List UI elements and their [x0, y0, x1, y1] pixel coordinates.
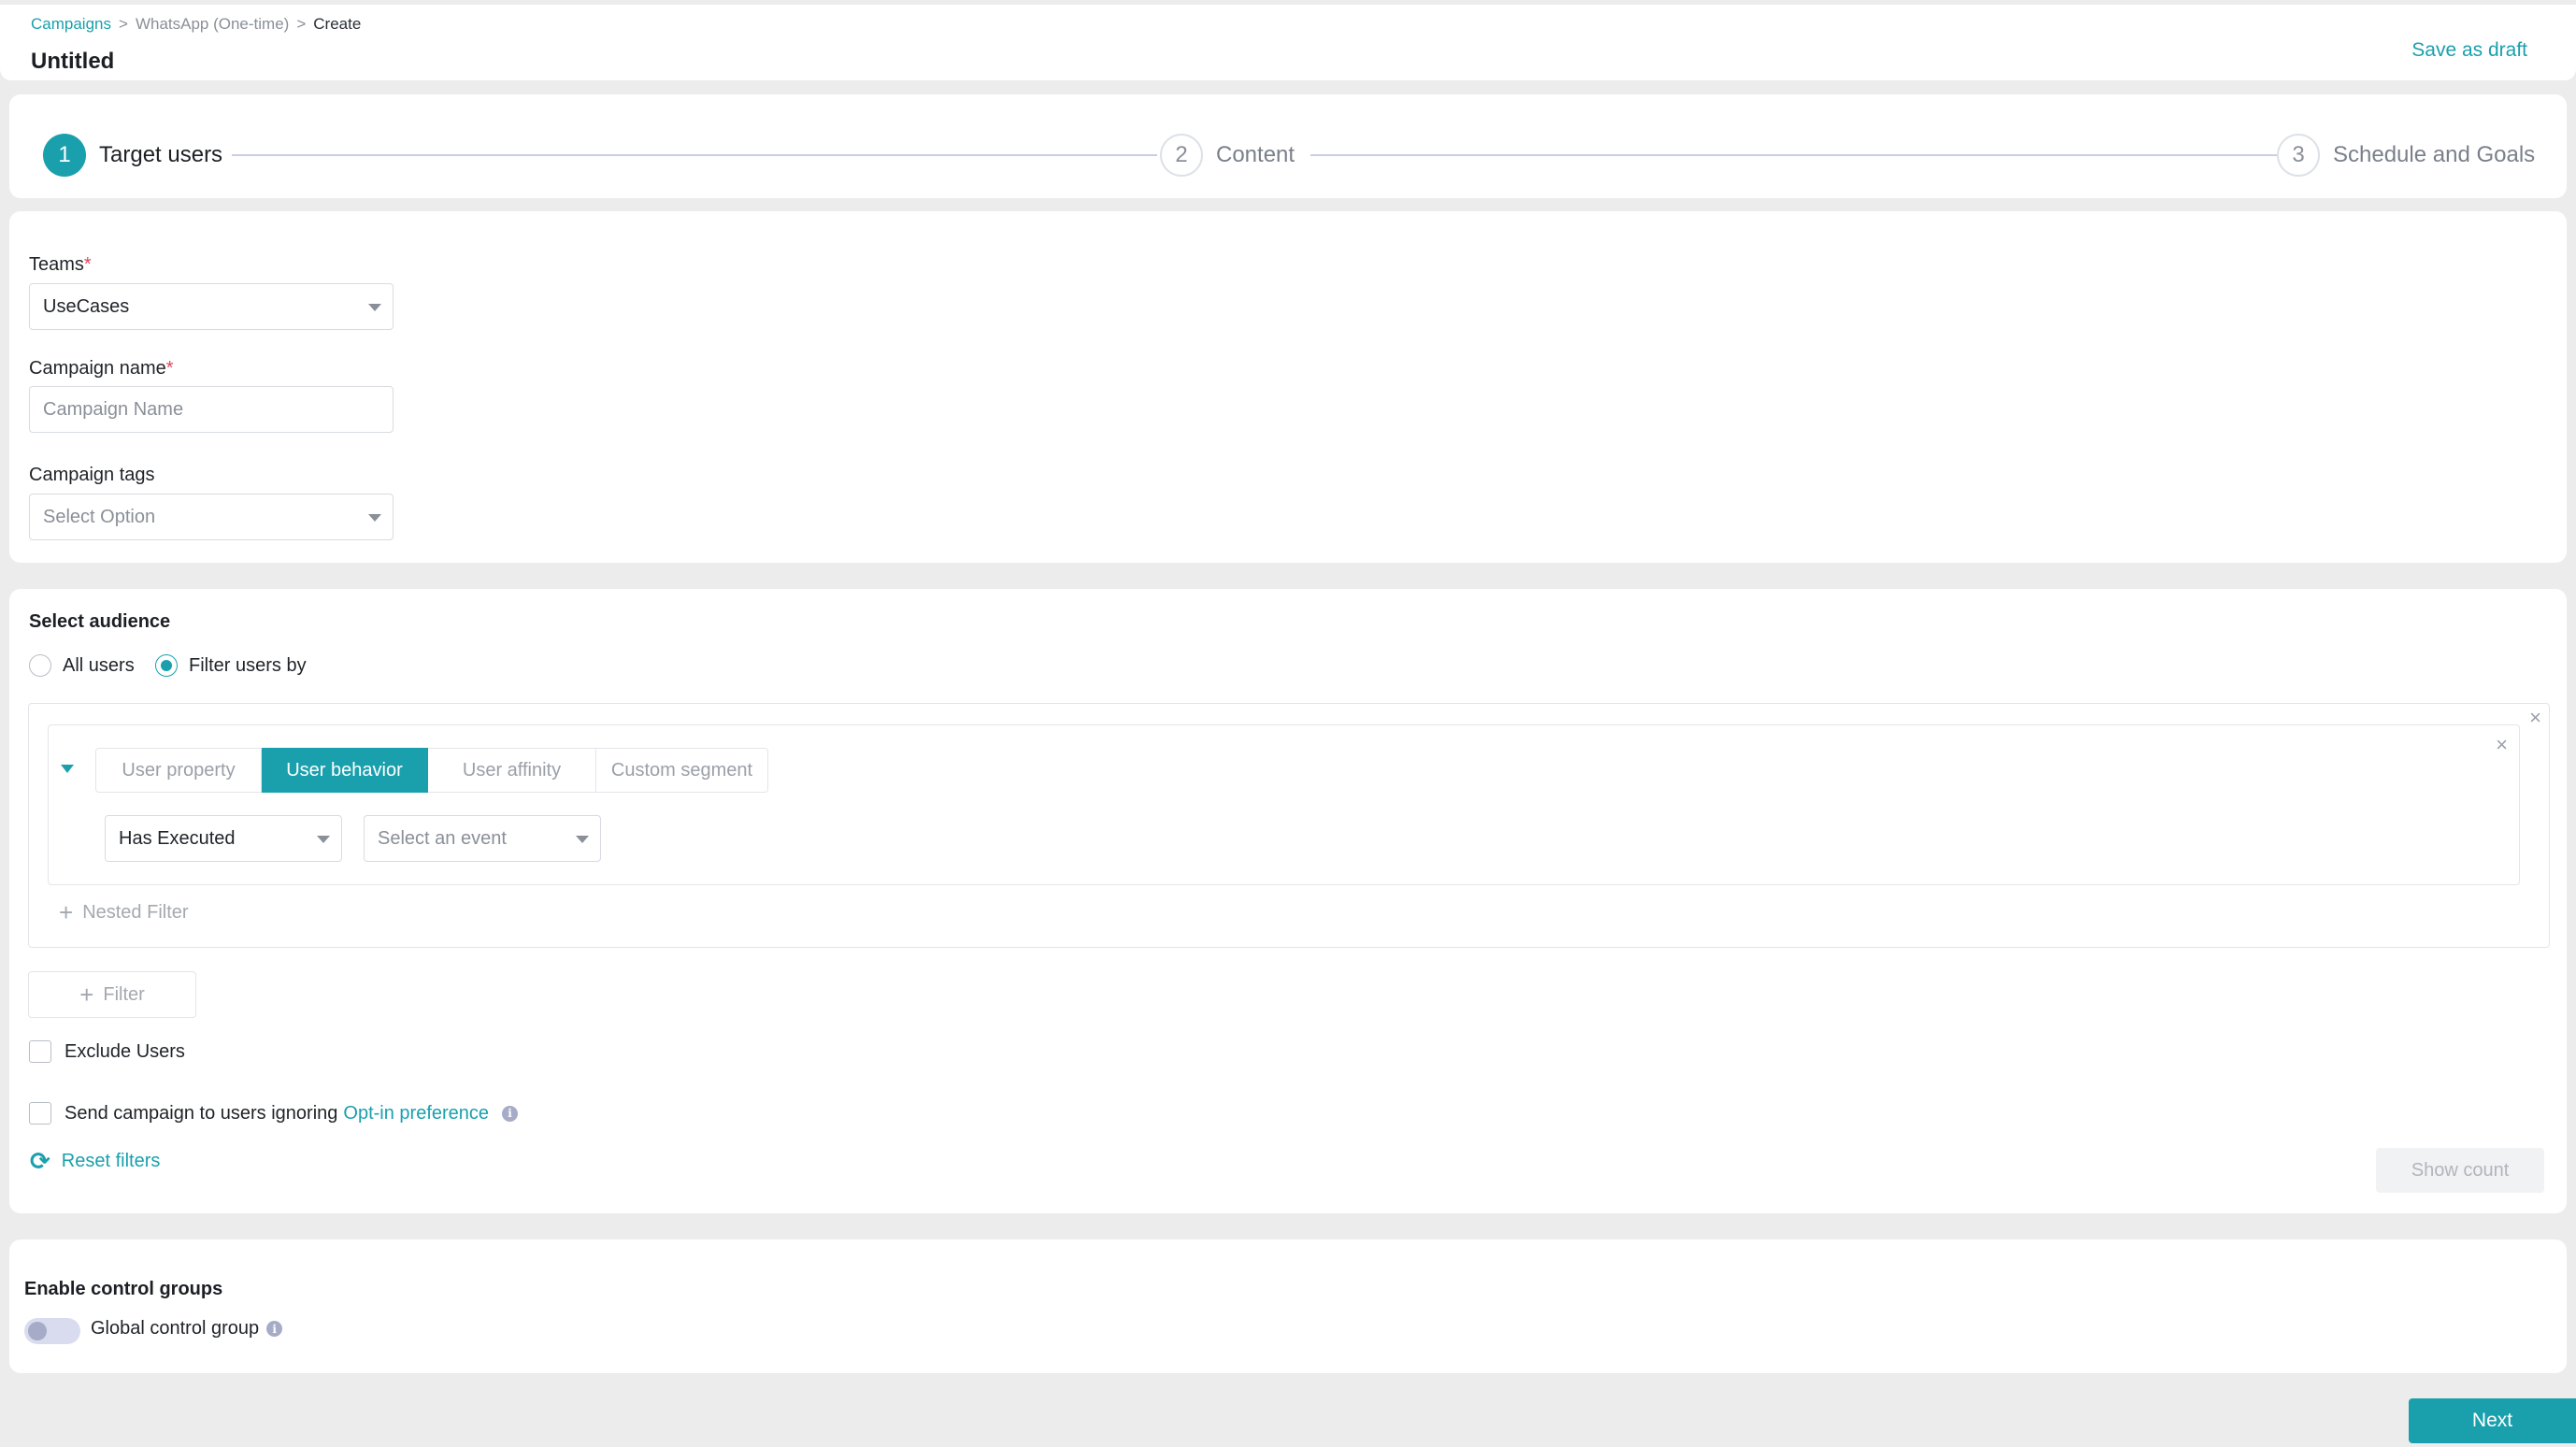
chevron-down-icon [368, 514, 381, 522]
reset-filters-button[interactable]: ⟳ Reset filters [30, 1149, 160, 1173]
add-filter-button[interactable]: + Filter [28, 971, 196, 1018]
select-audience-card: Select audience All users Filter users b… [9, 589, 2567, 1213]
breadcrumb: Campaigns > WhatsApp (One-time) > Create [31, 15, 361, 34]
opt-in-preference-link[interactable]: Opt-in preference [343, 1103, 489, 1125]
control-groups-card: Enable control groups Global control gro… [9, 1239, 2567, 1373]
campaign-tags-label: Campaign tags [29, 465, 155, 485]
tab-user-affinity[interactable]: User affinity [428, 748, 596, 793]
chevron-down-icon [368, 304, 381, 311]
step-schedule-and-goals[interactable]: 3 Schedule and Goals [2277, 134, 2535, 177]
step-number: 2 [1160, 134, 1203, 177]
event-select[interactable]: Select an event [364, 815, 601, 862]
radio-label: All users [63, 654, 135, 676]
info-icon[interactable]: i [502, 1105, 519, 1122]
save-as-draft-button[interactable]: Save as draft [2411, 39, 2527, 62]
show-count-button[interactable]: Show count [2376, 1148, 2544, 1193]
campaign-name-label: Campaign name* [29, 358, 174, 380]
global-control-group-label: Global control group [91, 1318, 260, 1339]
ignore-opt-in-option[interactable]: Send campaign to users ignoring Opt-in p… [29, 1102, 519, 1125]
campaign-name-input[interactable] [29, 386, 394, 433]
teams-label-text: Teams [29, 254, 84, 275]
global-control-group-row: Global control group i [91, 1318, 283, 1340]
step-connector [232, 154, 1157, 156]
condition-select[interactable]: Has Executed [105, 815, 342, 862]
nested-filter-label: Nested Filter [82, 901, 189, 923]
campaign-tags-select[interactable]: Select Option [29, 494, 394, 540]
info-icon[interactable]: i [266, 1321, 283, 1337]
breadcrumb-campaigns-link[interactable]: Campaigns [31, 15, 111, 33]
add-filter-label: Filter [103, 983, 145, 1005]
teams-select-value: UseCases [43, 295, 130, 317]
campaign-name-label-text: Campaign name [29, 358, 166, 379]
global-control-group-toggle[interactable] [24, 1318, 80, 1344]
breadcrumb-separator: > [296, 15, 307, 33]
step-connector [1310, 154, 2277, 156]
ignore-opt-in-label: Send campaign to users ignoring [64, 1102, 338, 1124]
control-groups-title: Enable control groups [24, 1279, 223, 1299]
condition-select-value: Has Executed [119, 827, 236, 849]
collapse-caret-icon[interactable] [61, 765, 74, 773]
step-label: Schedule and Goals [2333, 142, 2536, 167]
step-content[interactable]: 2 Content [1160, 134, 1295, 177]
close-icon[interactable]: × [2529, 708, 2541, 728]
close-icon[interactable]: × [2496, 735, 2508, 755]
chevron-down-icon [576, 836, 589, 843]
teams-select[interactable]: UseCases [29, 283, 394, 330]
plus-icon: + [59, 898, 74, 926]
radio-button[interactable] [29, 654, 51, 677]
breadcrumb-current: Create [313, 15, 362, 33]
step-target-users[interactable]: 1 Target users [43, 134, 222, 177]
select-audience-title: Select audience [29, 611, 171, 632]
reset-filters-label: Reset filters [61, 1150, 161, 1171]
step-label: Content [1216, 142, 1295, 167]
radio-all-users[interactable]: All users [29, 654, 135, 677]
exclude-users-label: Exclude Users [64, 1040, 185, 1062]
chevron-down-icon [317, 836, 330, 843]
step-number: 1 [43, 134, 86, 177]
required-mark: * [165, 358, 174, 379]
radio-filter-users-by[interactable]: Filter users by [155, 654, 307, 677]
radio-button[interactable] [155, 654, 178, 677]
filter-type-tabs: User property User behavior User affinit… [95, 748, 768, 793]
exclude-users-option[interactable]: Exclude Users [29, 1040, 185, 1063]
required-mark: * [83, 254, 92, 275]
tab-user-behavior[interactable]: User behavior [262, 748, 428, 793]
event-select-placeholder: Select an event [378, 827, 507, 849]
radio-label: Filter users by [189, 654, 307, 676]
step-number: 3 [2277, 134, 2320, 177]
page-title[interactable]: Untitled [31, 49, 114, 75]
header-card: Campaigns > WhatsApp (One-time) > Create Unt… [0, 5, 2576, 80]
filter-group: × × User property User behavior User aff… [28, 703, 2550, 948]
plus-icon: + [79, 981, 94, 1009]
add-nested-filter-button[interactable]: + Nested Filter [59, 900, 189, 924]
refresh-icon: ⟳ [30, 1147, 50, 1175]
exclude-users-checkbox[interactable] [29, 1040, 51, 1063]
tab-user-property[interactable]: User property [95, 748, 262, 793]
campaign-details-card: Teams* UseCases Campaign name* Campaign … [9, 211, 2567, 563]
stepper: 1 Target users 2 Content 3 Schedule and … [9, 94, 2567, 198]
breadcrumb-channel[interactable]: WhatsApp (One-time) [136, 15, 289, 33]
next-button[interactable]: Next [2409, 1398, 2576, 1443]
breadcrumb-separator: > [119, 15, 128, 33]
ignore-opt-in-checkbox[interactable] [29, 1102, 51, 1125]
filter-row: × User property User behavior User affin… [48, 724, 2520, 885]
tab-custom-segment[interactable]: Custom segment [596, 748, 768, 793]
teams-label: Teams* [29, 254, 92, 276]
campaign-tags-placeholder: Select Option [43, 506, 156, 527]
step-label: Target users [99, 142, 223, 167]
